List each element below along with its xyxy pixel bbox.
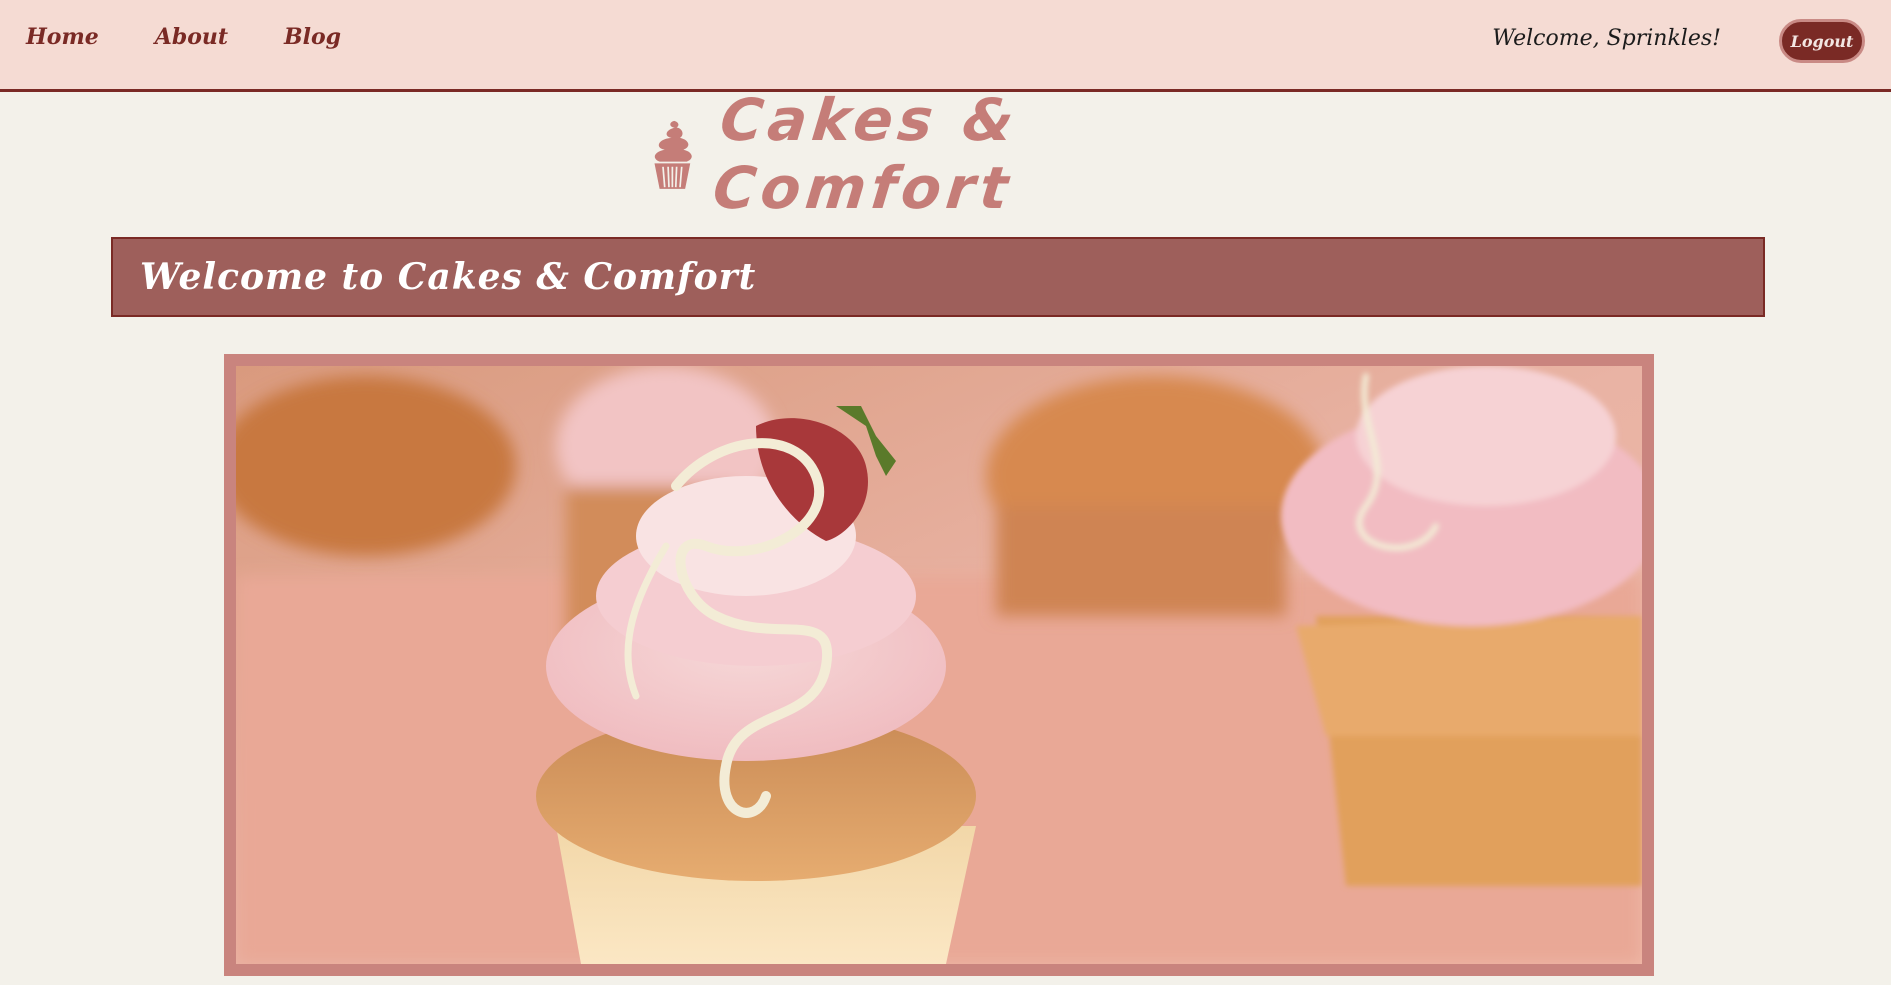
nav-link-about[interactable]: About — [155, 24, 228, 50]
nav-link-blog[interactable]: Blog — [284, 24, 341, 50]
nav-links: Home About Blog — [26, 24, 397, 50]
site-logo[interactable]: Cakes & Comfort — [646, 86, 1246, 222]
welcome-user-text: Welcome, Sprinkles! — [1492, 26, 1721, 51]
logout-button[interactable]: Logout — [1779, 19, 1865, 63]
logo-text: Cakes & Comfort — [709, 86, 1022, 222]
banner-title: Welcome to Cakes & Comfort — [140, 256, 757, 298]
nav-link-home[interactable]: Home — [26, 24, 99, 50]
cupcake-icon — [654, 120, 692, 189]
hero-image-frame — [224, 354, 1654, 976]
welcome-banner: Welcome to Cakes & Comfort — [111, 237, 1765, 317]
top-navigation-bar: Home About Blog Welcome, Sprinkles! Logo… — [0, 0, 1891, 92]
cupcakes-photo — [236, 366, 1642, 964]
